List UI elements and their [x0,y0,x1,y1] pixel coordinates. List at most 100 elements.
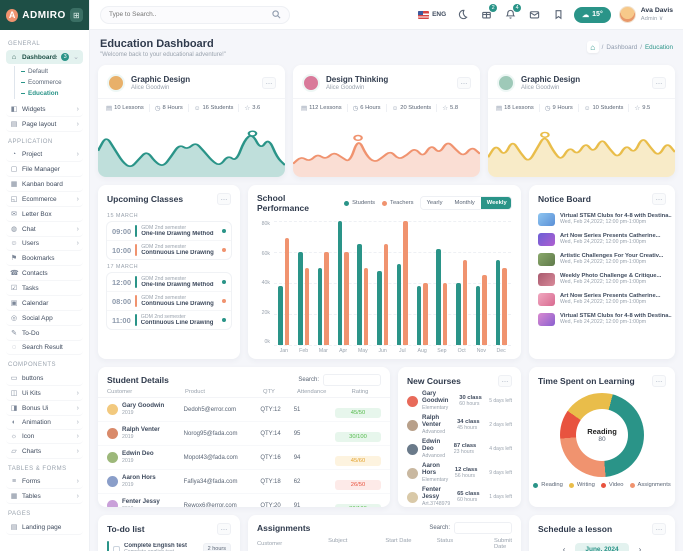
student-details-panel: Student Details Search: Customer Product… [98,367,390,507]
student-attendance: 95 [294,431,335,437]
sidebar-item[interactable]: ✎ To-Do [6,326,83,341]
sidebar-item[interactable]: ◱ Ecommerce › [6,192,83,207]
more-button[interactable]: … [217,523,231,535]
global-search[interactable] [100,6,290,24]
student-search-input[interactable] [323,374,381,386]
more-button[interactable]: … [217,193,231,205]
sidebar-item[interactable]: ▣ Calendar [6,296,83,311]
notice-item[interactable]: Art Now Series Presents Catherine... Wed… [529,229,675,249]
class-item[interactable]: 08:00 GDM 2nd semester Continuous Line D… [107,292,231,311]
chevron-icon: › [77,433,79,440]
sidebar-item[interactable]: ▢ File Manager [6,162,83,177]
list-item[interactable]: Edwin Deo Advanced 87 class 23 hours 4 d… [398,437,521,461]
bookmark-button[interactable] [550,7,566,23]
status-dot-icon [222,318,226,322]
dark-mode-toggle[interactable] [454,7,470,23]
notice-item[interactable]: Weekly Photo Challenge & Critique... Wed… [529,269,675,289]
list-item[interactable]: Aaron Hors Elementary 12 class 56 hours … [398,461,521,485]
list-item[interactable]: Fenter Jessy Art.3748979 65 class 60 hou… [398,485,521,507]
apps-button[interactable]: 2 [478,7,494,23]
class-item[interactable]: 11:00 GDM 2nd semester Continuous Line D… [107,311,231,329]
period-tab[interactable]: Monthly [448,197,480,209]
sidebar-item[interactable]: ☑ Tasks [6,281,83,296]
sidebar-item[interactable]: ▦ Tables › [6,489,83,504]
notice-item[interactable]: Virtual STEM Clubs for 4-8 with Destina.… [529,209,675,229]
next-month-icon[interactable]: › [639,545,642,551]
bar-group: Jul [397,221,408,345]
class-item[interactable]: 10:00 GDM 2nd semester Continuous Line D… [107,241,231,259]
sidebar-item[interactable]: ◎ Social App [6,311,83,326]
course-instructor: Alice Goodwin [326,85,388,91]
notice-time: Wed, Feb 24,2022; 12:00 pm-1:00pm [560,239,661,245]
list-item[interactable]: Gary Goodwin Elementary 30 class 60 hour… [398,389,521,413]
period-tab[interactable]: Weekly [481,197,512,209]
more-button[interactable]: … [457,77,471,89]
sidebar-item[interactable]: ▤ Landing page [6,520,83,535]
messages-button[interactable] [526,7,542,23]
prev-month-icon[interactable]: ‹ [563,545,566,551]
more-button[interactable]: … [652,523,666,535]
notifications-button[interactable]: 4 [502,7,518,23]
brand-name[interactable]: ADMIRO [22,10,66,21]
breadcrumb-dashboard[interactable]: Dashboard [606,44,637,51]
breadcrumb: ⌂ / Dashboard / Education [587,41,673,53]
home-icon[interactable]: ⌂ [587,41,599,53]
more-button[interactable]: … [262,77,276,89]
more-button[interactable]: … [652,77,666,89]
class-item[interactable]: 09:00 GDM 2nd semester One-line Drawing … [107,222,231,241]
sidebar-item[interactable]: ◍ Chat › [6,222,83,237]
sidebar-item[interactable]: ▤ Page layout › [6,117,83,132]
current-month[interactable]: June, 2024 [575,543,628,551]
sidebar-item[interactable]: ◧ Widgets › [6,102,83,117]
student-product: Mopot43@fada.com [184,455,261,461]
brand-logo-icon[interactable]: A [6,9,18,22]
sidebar-item[interactable]: ⚑ Bookmarks [6,251,83,266]
sidebar-item[interactable]: ▦ Kanban board [6,177,83,192]
sidebar-item[interactable]: ▭ buttons [6,371,83,386]
sidebar-item[interactable]: ✉ Letter Box [6,207,83,222]
sidebar-item[interactable]: ⌂ Dashboards 3 ⌄ [6,50,83,64]
sidebar-item[interactable]: ▱ Charts › [6,444,83,459]
lessons-icon: ▤ [301,104,307,112]
search-input[interactable] [109,11,266,18]
sidebar-item[interactable]: ◐ Animation › [6,416,83,430]
more-button[interactable]: … [652,375,666,387]
sidebar-subitem[interactable]: Education [21,88,83,99]
more-button[interactable]: … [498,375,512,387]
profile-menu[interactable]: Ava Davis Admin ∨ [619,6,673,23]
course-card-head: Graphic Design Alice Goodwin … [98,65,285,99]
notice-thumbnail [538,253,555,266]
notice-item[interactable]: Virtual STEM Clubs for 4-8 with Destina.… [529,309,675,329]
color-bar [107,541,109,551]
sidebar-item-icon: ⚑ [10,254,18,262]
sidebar-toggle-icon[interactable]: ⊞ [70,8,83,22]
language-selector[interactable]: ENG [418,11,446,19]
notice-item[interactable]: Art Now Series Presents Catherine... Wed… [529,289,675,309]
course-card: Graphic Design Alice Goodwin … ▤18 Lesso… [488,65,675,177]
more-button[interactable]: … [652,193,666,205]
list-item[interactable]: Ralph Venter Advanced 34 class 45 hours … [398,413,521,437]
notice-item[interactable]: Artistic Challenges For Your Creativ... … [529,249,675,269]
assignments-search-input[interactable] [454,522,512,534]
period-tab[interactable]: Yearly [421,197,449,209]
sidebar-item[interactable]: ◔ Project › [6,148,83,162]
sidebar-item[interactable]: ◌ Search Result [6,341,83,355]
class-group: 12:00 GDM 2nd semester One-line Drawing … [106,272,232,330]
student-attendance: 51 [294,407,335,413]
sidebar-subitem-label: Default [28,68,48,75]
sidebar-subitem[interactable]: Default [21,66,83,77]
sidebar-item[interactable]: ☎ Contacts [6,266,83,281]
sidebar-subitem[interactable]: Ecommerce [21,77,83,88]
course-person: Ralph Venter [422,415,453,429]
sidebar-item[interactable]: ◨ Bonus Ui › [6,401,83,416]
sidebar-item[interactable]: ☺ Users › [6,237,83,251]
weather-widget[interactable]: ☁ 15° [574,7,611,23]
sidebar-item[interactable]: ◫ Ui Kits › [6,386,83,401]
class-item[interactable]: 12:00 GDM 2nd semester One-line Drawing … [107,273,231,292]
todo-checkbox[interactable] [113,546,120,551]
course-person: Edwin Deo [422,439,450,453]
notifications-badge: 4 [513,4,521,12]
clock-icon: ◷ [545,104,551,112]
sidebar-item[interactable]: ≡ Forms › [6,475,83,489]
sidebar-item[interactable]: ☼ Icon › [6,430,83,444]
